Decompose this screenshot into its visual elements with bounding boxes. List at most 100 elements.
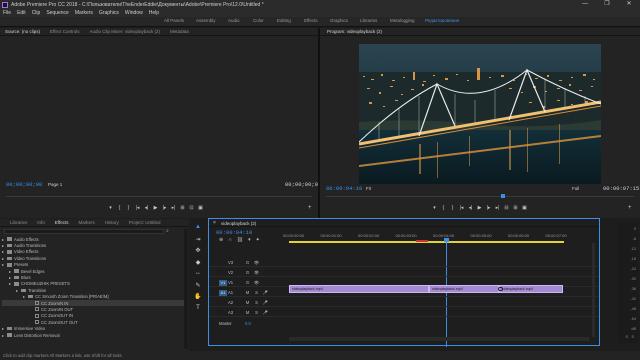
overwrite-icon[interactable]: ⊡ — [187, 205, 196, 211]
timeline-horizontal-scrollbar[interactable] — [289, 337, 589, 341]
play-icon[interactable]: ▶ — [475, 205, 484, 211]
mark-out-icon[interactable]: } — [124, 205, 133, 211]
microphone-icon[interactable]: 🎤 — [261, 290, 270, 296]
tab-metadata[interactable]: Metadata — [170, 29, 189, 34]
maximize-button[interactable]: ❐ — [596, 0, 618, 9]
solo-button[interactable]: S — [252, 310, 261, 316]
solo-button[interactable]: S — [252, 290, 261, 296]
add-marker-icon[interactable]: ▾ — [106, 205, 115, 211]
tab-info[interactable]: Info — [37, 220, 45, 225]
program-timecode[interactable]: 00:00:04:10 — [326, 185, 362, 192]
video-track[interactable]: V2 ⊡ 👁 — [209, 269, 599, 277]
export-frame-icon[interactable]: ▣ — [520, 205, 529, 211]
program-playhead[interactable] — [501, 194, 505, 198]
track-label[interactable]: A2 — [228, 300, 233, 305]
linked-selection-icon[interactable]: ⛓ — [237, 237, 243, 243]
wrench-icon[interactable]: ✦ — [256, 237, 260, 243]
step-back-icon[interactable]: ◂| — [142, 205, 151, 211]
minimize-button[interactable]: — — [574, 0, 596, 9]
microphone-icon[interactable]: 🎤 — [261, 300, 270, 306]
timeline-timecode[interactable]: 00:00:04:10 — [216, 229, 252, 236]
tab-history[interactable]: History — [105, 220, 119, 225]
mark-out-icon[interactable]: } — [448, 205, 457, 211]
eye-icon[interactable]: 👁 — [252, 280, 261, 286]
timeline-close-icon[interactable]: × — [213, 220, 216, 226]
eye-icon[interactable]: 👁 — [252, 260, 261, 266]
workspace-color[interactable]: Color — [253, 18, 264, 23]
mute-button[interactable]: M — [243, 300, 252, 306]
eye-icon[interactable]: 👁 — [252, 270, 261, 276]
workspace-audio[interactable]: Audio — [228, 18, 240, 23]
playback-resolution-select[interactable]: Full — [572, 186, 579, 191]
mute-button[interactable]: M — [243, 310, 252, 316]
go-to-in-icon[interactable]: |◂ — [457, 205, 466, 211]
tab-audio-clip-mixer[interactable]: Audio Clip Mixer: videoplayback (2) — [89, 29, 160, 34]
snap-icon[interactable]: ∩ — [228, 237, 232, 243]
source-scrub-bar[interactable] — [6, 196, 312, 197]
menu-file[interactable]: File — [3, 10, 11, 16]
toggle-sync-lock-icon[interactable]: ⊡ — [243, 260, 252, 266]
tab-markers[interactable]: Markers — [78, 220, 94, 225]
close-button[interactable]: ✕ — [618, 0, 640, 9]
video-clip[interactable]: videoplayback.mp4 — [289, 285, 429, 293]
lift-icon[interactable]: ⊟ — [502, 205, 511, 211]
effects-scrollbar[interactable] — [184, 229, 188, 349]
meter-solo-button[interactable]: S — [631, 335, 634, 339]
tab-sequence[interactable]: videoplayback (2) — [221, 221, 256, 226]
workspace-libraries[interactable]: Libraries — [360, 18, 377, 23]
go-to-out-icon[interactable]: ▸| — [169, 205, 178, 211]
track-label[interactable]: V1 — [228, 280, 233, 285]
workspace-metalogging[interactable]: Metalogging — [390, 18, 415, 23]
menu-graphics[interactable]: Graphics — [99, 10, 119, 16]
step-back-icon[interactable]: ◂| — [466, 205, 475, 211]
video-clip[interactable]: videoplayback.mp4 — [429, 285, 499, 293]
track-label[interactable]: V3 — [228, 260, 233, 265]
menu-edit[interactable]: Edit — [17, 10, 26, 16]
source-page-select[interactable]: Page 1 — [48, 182, 62, 187]
workspace-effects[interactable]: Effects — [304, 18, 318, 23]
tab-effect-controls[interactable]: Effect Controls — [50, 29, 79, 34]
toggle-sync-lock-icon[interactable]: ⊡ — [243, 280, 252, 286]
add-marker-icon[interactable]: ▾ — [248, 237, 251, 243]
workspace-graphics[interactable]: Graphics — [330, 18, 348, 23]
workspace-editing-ru[interactable]: Редактирование — [425, 18, 459, 23]
insert-icon[interactable]: ⊞ — [178, 205, 187, 211]
menu-window[interactable]: Window — [125, 10, 143, 16]
tab-libraries[interactable]: Libraries — [10, 220, 27, 225]
razor-tool-icon[interactable]: ◆ — [196, 259, 201, 271]
source-patch-audio[interactable]: A1 — [219, 290, 227, 296]
toggle-sync-lock-icon[interactable]: ⊡ — [243, 270, 252, 276]
track-label[interactable]: V2 — [228, 270, 233, 275]
mark-in-icon[interactable]: { — [439, 205, 448, 211]
menu-help[interactable]: Help — [149, 10, 159, 16]
selection-tool-icon[interactable]: ▲ — [195, 224, 201, 236]
source-patch-video[interactable]: V1 — [219, 280, 227, 286]
go-to-out-icon[interactable]: ▸| — [493, 205, 502, 211]
tab-effects[interactable]: Effects — [55, 220, 69, 225]
track-label[interactable]: A1 — [228, 290, 233, 295]
ripple-edit-tool-icon[interactable]: ✥ — [195, 247, 200, 259]
step-forward-icon[interactable]: |▸ — [484, 205, 493, 211]
meter-solo-button[interactable]: S — [625, 335, 628, 339]
menu-markers[interactable]: Markers — [75, 10, 93, 16]
menu-sequence[interactable]: Sequence — [46, 10, 69, 16]
workspace-all-panels[interactable]: All Panels — [164, 18, 184, 23]
audio-track[interactable]: A3 M S 🎤 — [209, 309, 599, 317]
tab-project[interactable]: Project: Untitled — [129, 220, 161, 225]
extract-icon[interactable]: ⊞ — [511, 205, 520, 211]
track-select-tool-icon[interactable]: ⇥ — [195, 236, 200, 248]
track-label[interactable]: A3 — [228, 310, 233, 315]
play-icon[interactable]: ▶ — [151, 205, 160, 211]
transition-marker[interactable] — [498, 287, 503, 291]
pen-tool-icon[interactable]: ✎ — [195, 282, 200, 294]
workspace-editing[interactable]: Editing — [277, 18, 291, 23]
type-tool-icon[interactable]: T — [196, 305, 200, 317]
go-to-in-icon[interactable]: |◂ — [133, 205, 142, 211]
hand-tool-icon[interactable]: ✋ — [194, 293, 201, 305]
slip-tool-icon[interactable]: ↔ — [195, 270, 201, 282]
mark-in-icon[interactable]: { — [115, 205, 124, 211]
effects-list-item[interactable]: ▸ Lens Distortion Removal — [2, 332, 184, 338]
solo-button[interactable]: S — [252, 300, 261, 306]
master-volume[interactable]: 0.0 — [245, 321, 251, 326]
step-forward-icon[interactable]: |▸ — [160, 205, 169, 211]
